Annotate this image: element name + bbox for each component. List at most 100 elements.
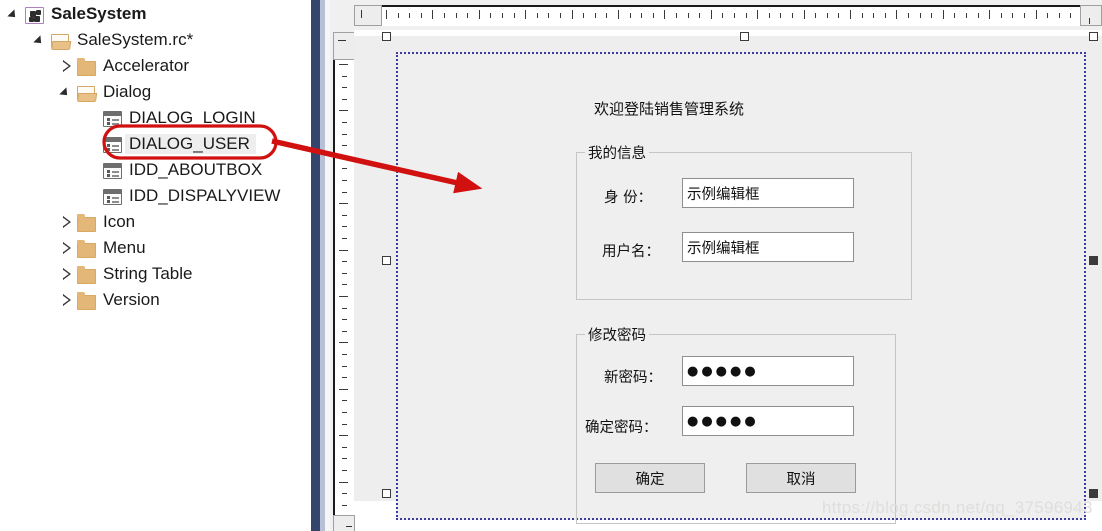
ruler-tick — [815, 13, 816, 18]
ruler-tick — [342, 505, 347, 506]
chevron-right-icon[interactable] — [60, 59, 74, 73]
ruler-tick — [342, 412, 347, 413]
ruler-tick — [339, 64, 348, 65]
selection-handle-bottom-left[interactable] — [382, 489, 391, 498]
panel-divider[interactable] — [308, 0, 330, 531]
ok-button[interactable]: 确定 — [595, 463, 705, 493]
tree-item-version[interactable]: Version — [60, 288, 160, 312]
tree-item-label: DIALOG_LOGIN — [129, 108, 256, 127]
ruler-tick — [342, 261, 347, 262]
ruler-tick — [514, 13, 515, 18]
folder-closed-icon — [77, 57, 97, 76]
ruler-tick — [339, 342, 348, 343]
tree-item-label: DIALOG_USER — [125, 134, 256, 154]
tree-item-salesystem[interactable]: SaleSystem — [8, 2, 146, 26]
ruler-tick — [432, 10, 433, 19]
ruler-tick — [342, 226, 347, 227]
ruler-tick — [342, 458, 347, 459]
dialog-resource-icon — [103, 136, 123, 153]
ruler-tick — [653, 13, 654, 18]
ruler-tick — [1024, 13, 1025, 18]
tree-item-idd-aboutbox[interactable]: IDD_ABOUTBOX — [86, 158, 262, 182]
ruler-tick — [583, 13, 584, 18]
label-identity: 身 份： — [604, 190, 653, 206]
input-new-password[interactable]: ●●●●● — [682, 356, 854, 386]
ruler-tick — [342, 319, 347, 320]
selection-handle-top-left[interactable] — [382, 32, 391, 41]
ruler-tick — [456, 13, 457, 18]
ruler-tick — [1047, 13, 1048, 18]
chevron-down-icon[interactable] — [34, 33, 48, 47]
ruler-tick — [386, 10, 387, 19]
ruler-tick — [342, 238, 347, 239]
selection-handle-middle-right[interactable] — [1089, 256, 1098, 265]
ruler-tick — [572, 10, 573, 19]
ruler-tick — [342, 180, 347, 181]
ruler-tick — [342, 366, 347, 367]
dialog-surface[interactable]: 欢迎登陆销售管理系统 我的信息 身 份： 示例编辑框 用户名： 示例编辑框 修改… — [396, 52, 1086, 524]
tree-item-dialog-user[interactable]: DIALOG_USER — [86, 132, 256, 156]
ruler-tick — [676, 13, 677, 18]
tree-item-label: Accelerator — [103, 56, 189, 75]
ruler-tick — [1012, 13, 1013, 18]
ruler-tick — [339, 250, 348, 251]
chevron-down-icon[interactable] — [8, 7, 22, 21]
input-identity[interactable]: 示例编辑框 — [682, 178, 854, 208]
tree-item-label: SaleSystem.rc* — [77, 30, 194, 49]
ruler-tick — [1001, 13, 1002, 18]
tree-item-idd-dispalyview[interactable]: IDD_DISPALYVIEW — [86, 184, 280, 208]
input-confirm-password[interactable]: ●●●●● — [682, 406, 854, 436]
tree-item-label: IDD_ABOUTBOX — [129, 160, 263, 179]
ruler-tick — [342, 145, 347, 146]
selection-handle-middle-left[interactable] — [382, 256, 391, 265]
chevron-right-icon[interactable] — [60, 241, 74, 255]
folder-closed-icon — [77, 213, 97, 232]
groupbox-my-info-legend: 我的信息 — [585, 142, 649, 163]
chevron-down-icon[interactable] — [60, 85, 74, 99]
ruler-tick — [606, 13, 607, 18]
tree-item-label: Icon — [103, 212, 136, 231]
input-username[interactable]: 示例编辑框 — [682, 232, 854, 262]
vertical-ruler — [333, 60, 355, 515]
tree-item-dialog-login[interactable]: DIALOG_LOGIN — [86, 106, 256, 130]
dialog-resource-icon — [103, 188, 123, 205]
ruler-tick — [757, 10, 758, 19]
ruler-tick — [746, 13, 747, 18]
ruler-tick — [711, 10, 712, 19]
tree-item-icon[interactable]: Icon — [60, 210, 135, 234]
chevron-right-icon[interactable] — [60, 293, 74, 307]
chevron-right-icon[interactable] — [60, 215, 74, 229]
ruler-tick — [722, 13, 723, 18]
ruler-tick — [339, 389, 348, 390]
ruler-tick — [339, 157, 348, 158]
designer-workspace[interactable]: 欢迎登陆销售管理系统 我的信息 身 份： 示例编辑框 用户名： 示例编辑框 修改… — [354, 30, 1102, 524]
ruler-tick — [421, 13, 422, 18]
ruler-tick — [862, 13, 863, 18]
selection-handle-top-right[interactable] — [1089, 32, 1098, 41]
ruler-tick — [342, 354, 347, 355]
chevron-right-icon[interactable] — [60, 267, 74, 281]
ruler-tick — [688, 13, 689, 18]
ruler-tick — [339, 482, 348, 483]
ruler-tick — [342, 122, 347, 123]
selection-handle-bottom-right[interactable] — [1089, 489, 1098, 498]
folder-closed-icon — [77, 265, 97, 284]
ruler-tick — [342, 76, 347, 77]
tree-item-dialog[interactable]: Dialog — [60, 80, 151, 104]
selection-handle-top-center[interactable] — [740, 32, 749, 41]
tree-item-string-table[interactable]: String Table — [60, 262, 192, 286]
ruler-tick — [641, 13, 642, 18]
dialog-heading: 欢迎登陆销售管理系统 — [594, 100, 745, 118]
cancel-button[interactable]: 取消 — [746, 463, 856, 493]
divider-navy-bar — [311, 0, 320, 531]
tree-item-accelerator[interactable]: Accelerator — [60, 54, 189, 78]
ruler-tick — [850, 10, 851, 19]
tree-item-salesystem-rc[interactable]: SaleSystem.rc* — [34, 28, 193, 52]
horizontal-ruler — [382, 5, 1080, 26]
ruler-tick — [978, 13, 979, 18]
ruler-tick — [342, 331, 347, 332]
ruler-tick — [1036, 10, 1037, 19]
ruler-tick — [954, 13, 955, 18]
tree-item-menu[interactable]: Menu — [60, 236, 146, 260]
ruler-tick — [342, 447, 347, 448]
